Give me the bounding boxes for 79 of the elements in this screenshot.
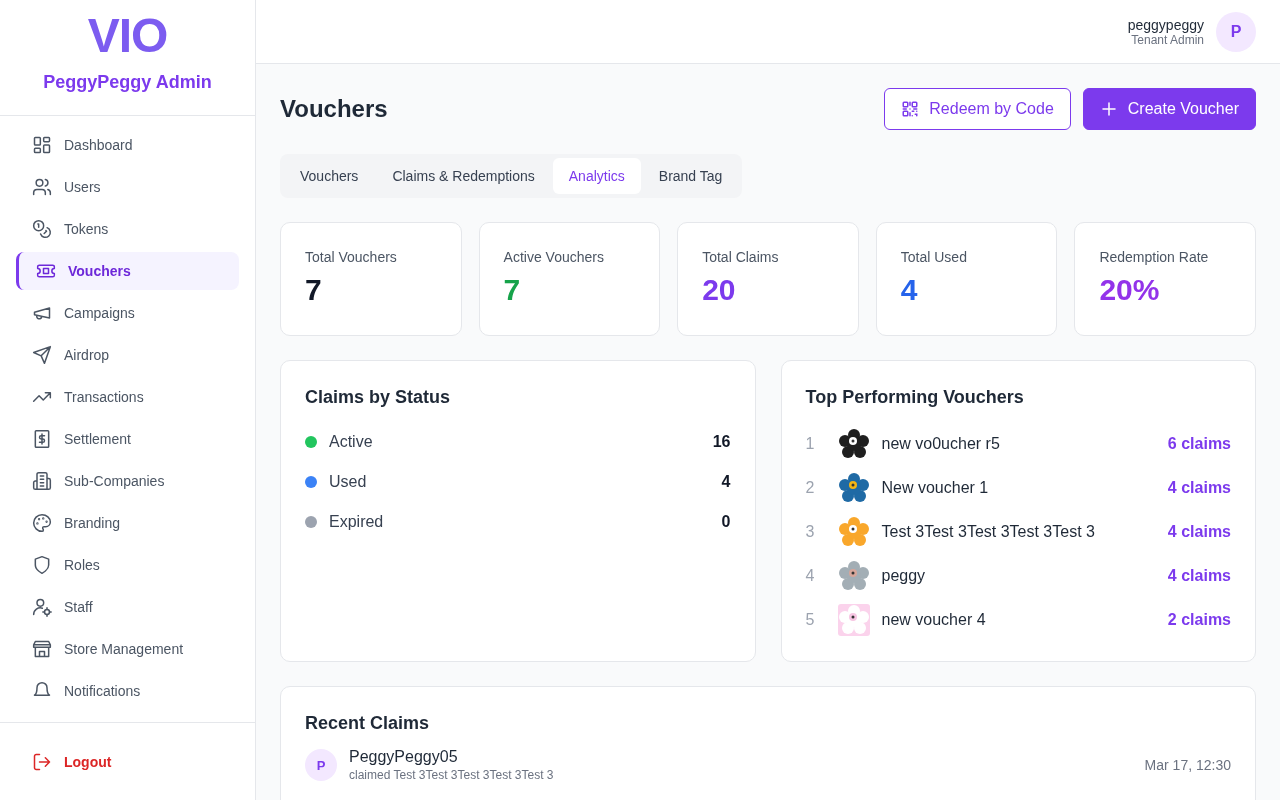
sidebar-item[interactable]: Dashboard — [16, 126, 239, 164]
user-role: Tenant Admin — [1131, 32, 1204, 47]
voucher-name: New voucher 1 — [881, 479, 990, 497]
nav-icon — [32, 345, 52, 365]
sidebar-item[interactable]: Sub-Companies — [16, 462, 239, 500]
status-label: Active — [329, 433, 374, 451]
stat-label: Active Vouchers — [503, 249, 605, 265]
rank-number: 1 — [805, 435, 816, 453]
status-count: 4 — [721, 473, 731, 491]
nav-icon — [32, 555, 52, 575]
sidebar-item[interactable]: Tokens — [16, 210, 239, 248]
stat-value: 20% — [1099, 273, 1161, 307]
logout-icon — [32, 751, 52, 772]
nav-icon — [32, 429, 52, 449]
status-label: Used — [329, 473, 368, 491]
nav-icon — [32, 219, 52, 239]
qr-code-icon — [901, 100, 920, 118]
claims-count: 4 claims — [1167, 523, 1231, 541]
claim-time: Mar 17, 12:30 — [1144, 757, 1231, 773]
sidebar-item[interactable]: Users — [16, 168, 239, 206]
user-avatar[interactable]: P — [1216, 11, 1256, 52]
page-title: Vouchers — [280, 95, 388, 123]
logo: VIO — [87, 10, 168, 62]
nav-icon — [32, 597, 52, 617]
user-name: peggypeggy — [1127, 16, 1204, 33]
nav-icon — [36, 261, 56, 281]
stat-label: Total Vouchers — [305, 249, 398, 265]
plus-icon — [1099, 100, 1118, 118]
sidebar-item[interactable]: Transactions — [16, 378, 239, 416]
nav-icon — [32, 639, 52, 659]
voucher-name: Test 3Test 3Test 3Test 3Test 3 — [881, 523, 1096, 541]
stat-value: 7 — [503, 273, 522, 307]
card-title: Recent Claims — [305, 713, 431, 734]
rank-number: 4 — [805, 567, 816, 585]
claims-count: 4 claims — [1167, 567, 1231, 585]
voucher-name: new voucher 4 — [881, 611, 987, 629]
card-title: Claims by Status — [305, 387, 452, 408]
user-avatar: P — [305, 749, 337, 781]
brand-name: PeggyPeggy Admin — [43, 72, 212, 93]
status-label: Expired — [329, 513, 385, 531]
redeem-button[interactable]: Redeem by Code — [884, 88, 1071, 130]
nav-icon — [32, 135, 52, 155]
voucher-name: new vo0ucher r5 — [881, 435, 1001, 453]
stat-value: 4 — [900, 273, 919, 307]
sidebar-item[interactable]: Store Management — [16, 630, 239, 668]
stat-value: 7 — [305, 273, 323, 307]
card-title: Top Performing Vouchers — [805, 387, 1025, 408]
stat-label: Total Claims — [702, 249, 780, 265]
sidebar-item[interactable]: Staff — [16, 588, 239, 626]
sidebar-item[interactable]: Campaigns — [16, 294, 239, 332]
sidebar-item[interactable]: Airdrop — [16, 336, 239, 374]
sidebar-item[interactable]: Notifications — [16, 672, 239, 710]
sidebar-item[interactable]: Branding — [16, 504, 239, 542]
stat-label: Redemption Rate — [1099, 249, 1210, 265]
nav-icon — [32, 513, 52, 533]
logout-link[interactable]: Logout — [32, 751, 112, 772]
tab[interactable]: Claims & Redemptions — [376, 158, 551, 194]
rank-number: 5 — [805, 611, 816, 629]
claimer-name: PeggyPeggy05 — [349, 748, 459, 766]
voucher-name: peggy — [881, 567, 927, 585]
tab[interactable]: Brand Tag — [642, 158, 739, 194]
status-count: 16 — [712, 433, 731, 451]
claims-count: 6 claims — [1167, 435, 1231, 453]
nav-icon — [32, 471, 52, 491]
claims-count: 2 claims — [1167, 611, 1231, 629]
sidebar-item[interactable]: Roles — [16, 546, 239, 584]
stat-label: Total Used — [900, 249, 968, 265]
tab[interactable]: Analytics — [552, 158, 641, 194]
create-button[interactable]: Create Voucher — [1082, 88, 1256, 130]
sidebar-item[interactable]: Vouchers — [16, 252, 239, 290]
rank-number: 2 — [805, 479, 816, 497]
sidebar-item[interactable]: Settlement — [16, 420, 239, 458]
nav-icon — [32, 177, 52, 197]
stat-value: 20 — [702, 273, 737, 307]
claim-detail: claimed Test 3Test 3Test 3Test 3Test 3 — [349, 768, 555, 782]
rank-number: 3 — [805, 523, 816, 541]
claims-count: 4 claims — [1167, 479, 1231, 497]
tab[interactable]: Vouchers — [284, 158, 375, 194]
status-count: 0 — [721, 513, 731, 531]
